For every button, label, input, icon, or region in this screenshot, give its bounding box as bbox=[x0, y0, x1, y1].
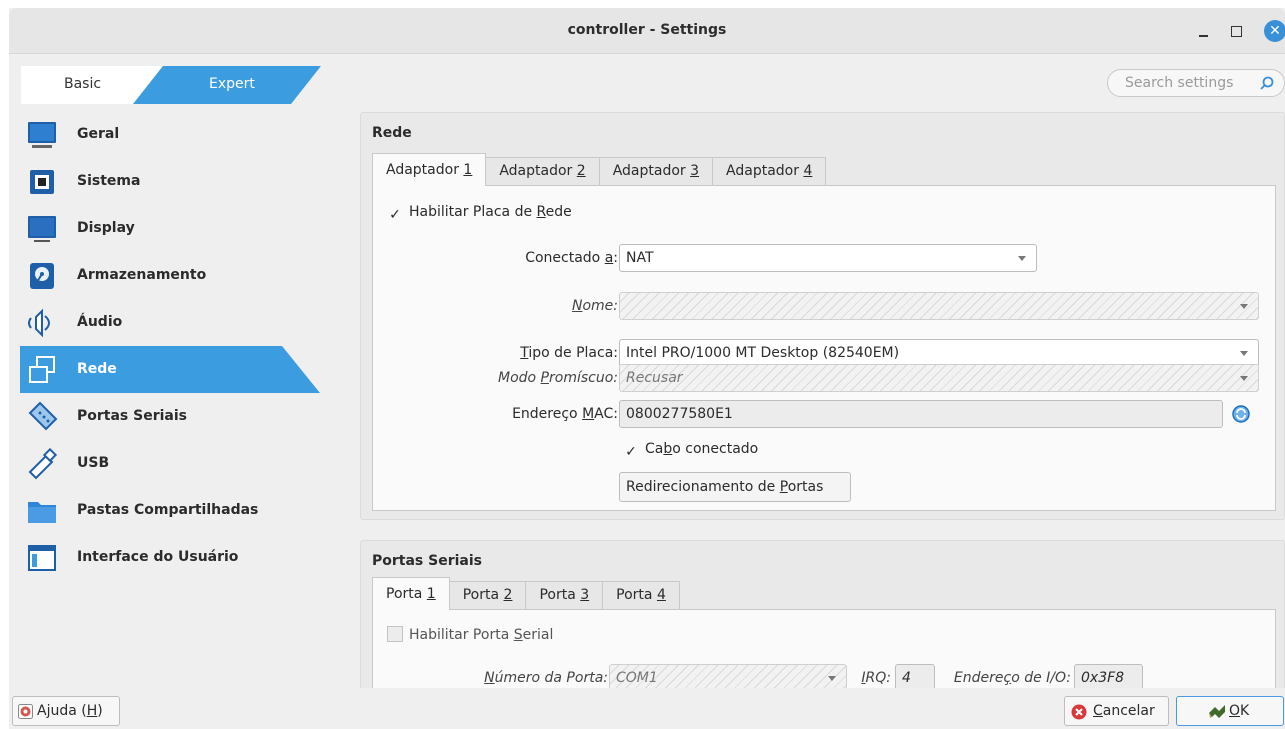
sidebar-item-label: Pastas Compartilhadas bbox=[77, 502, 259, 518]
sidebar-item-label: Áudio bbox=[77, 314, 123, 330]
chevron-down-icon bbox=[1240, 304, 1248, 309]
mode-switch: Basic Expert bbox=[21, 66, 321, 104]
chevron-down-icon bbox=[1240, 376, 1248, 381]
cable-connected-checkbox[interactable]: ✓ Cabo conectado bbox=[623, 441, 758, 460]
sidebar-item-label: Geral bbox=[77, 126, 120, 142]
storage-icon bbox=[30, 263, 54, 289]
monitor-icon bbox=[28, 122, 56, 148]
help-button[interactable]: Ajuda (H) bbox=[12, 696, 120, 726]
window-title: controller - Settings bbox=[567, 22, 727, 38]
mode-expert-button[interactable]: Expert bbox=[21, 66, 321, 104]
tab-porta-1[interactable]: Porta 1 bbox=[372, 577, 450, 610]
sidebar-item-sistema[interactable]: Sistema bbox=[20, 158, 320, 205]
checkmark-icon: ✓ bbox=[625, 444, 637, 460]
sidebar-item-display[interactable]: Display bbox=[20, 205, 320, 252]
port-number-label: Número da Porta: bbox=[484, 670, 608, 686]
ok-button[interactable]: OK bbox=[1176, 696, 1284, 726]
promiscuous-mode-select: Recusar bbox=[619, 364, 1259, 392]
chevron-down-icon bbox=[1018, 256, 1026, 261]
serial-title: Portas Seriais bbox=[372, 553, 482, 569]
ok-icon bbox=[1209, 705, 1225, 718]
chevron-down-icon bbox=[828, 676, 836, 681]
tab-porta-3[interactable]: Porta 3 bbox=[525, 581, 604, 609]
adapter-type-label: Tipo de Placa: bbox=[520, 345, 618, 361]
irq-label: IRQ: bbox=[861, 670, 891, 686]
cancel-icon bbox=[1071, 704, 1087, 720]
mode-expert-label: Expert bbox=[209, 76, 255, 92]
sidebar-item-rede[interactable]: Rede bbox=[20, 346, 320, 393]
serial-port-icon bbox=[28, 401, 58, 431]
sidebar-item-geral[interactable]: Geral bbox=[20, 111, 320, 158]
sidebar-item-interface[interactable]: Interface do Usuário bbox=[20, 534, 320, 581]
adapter-type-select[interactable]: Intel PRO/1000 MT Desktop (82540EM) bbox=[619, 339, 1259, 367]
sidebar-item-label: Interface do Usuário bbox=[77, 549, 239, 565]
sidebar-item-label: Rede bbox=[77, 361, 117, 377]
tab-adaptador-3[interactable]: Adaptador 3 bbox=[598, 157, 714, 185]
speaker-icon bbox=[28, 308, 50, 338]
folder-icon bbox=[28, 502, 56, 523]
checkbox-box bbox=[387, 626, 403, 642]
sidebar-item-audio[interactable]: Áudio bbox=[20, 299, 320, 346]
mac-address-label: Endereço MAC: bbox=[512, 406, 618, 422]
attached-to-label: Conectado a: bbox=[525, 250, 618, 266]
chip-icon bbox=[30, 170, 54, 194]
sidebar-item-label: Sistema bbox=[77, 173, 141, 189]
settings-window: controller - Settings ✕ Basic Expert Sea… bbox=[9, 8, 1285, 729]
sidebar-item-usb[interactable]: USB bbox=[20, 440, 320, 487]
enable-serial-checkbox[interactable]: Habilitar Porta Serial bbox=[387, 626, 553, 643]
attached-to-select[interactable]: NAT bbox=[619, 244, 1037, 272]
cancel-button[interactable]: Cancelar bbox=[1064, 696, 1169, 726]
chevron-down-icon bbox=[1240, 351, 1248, 356]
sidebar-item-armazenamento[interactable]: Armazenamento bbox=[20, 252, 320, 299]
mac-address-input[interactable]: 0800277580E1 bbox=[619, 400, 1223, 428]
checkmark-icon: ✓ bbox=[389, 207, 401, 223]
tab-adaptador-2[interactable]: Adaptador 2 bbox=[485, 157, 600, 185]
tab-adaptador-4[interactable]: Adaptador 4 bbox=[712, 157, 827, 185]
name-label: Nome: bbox=[571, 298, 618, 314]
sidebar: Geral Sistema Display Armazenamento Áudi… bbox=[20, 111, 320, 581]
io-address-label: Endereço de I/O: bbox=[953, 670, 1071, 686]
sidebar-item-label: Portas Seriais bbox=[77, 408, 187, 424]
minimize-button[interactable] bbox=[1193, 20, 1215, 42]
sidebar-selection-bg bbox=[20, 346, 320, 393]
promiscuous-mode-label: Modo Promíscuo: bbox=[498, 370, 618, 386]
network-tab-panel: ✓ Habilitar Placa de Rede Conectado a: NA… bbox=[372, 185, 1276, 511]
maximize-button[interactable] bbox=[1225, 20, 1247, 42]
network-icon bbox=[29, 356, 55, 383]
name-select bbox=[619, 292, 1259, 320]
search-icon bbox=[1260, 76, 1274, 90]
sidebar-item-label: USB bbox=[77, 455, 110, 471]
refresh-mac-icon[interactable] bbox=[1231, 404, 1251, 424]
port-forwarding-button[interactable]: Redirecionamento de Portas bbox=[619, 472, 851, 502]
network-tabs: Adaptador 1 Adaptador 2 Adaptador 3 Adap… bbox=[372, 153, 827, 186]
close-button[interactable]: ✕ bbox=[1264, 20, 1285, 42]
search-placeholder: Search settings bbox=[1125, 75, 1234, 91]
sidebar-item-label: Display bbox=[77, 220, 135, 236]
help-icon bbox=[18, 704, 33, 719]
window-icon bbox=[28, 545, 56, 571]
mode-expert-bg bbox=[133, 66, 321, 104]
network-group: Rede Adaptador 1 Adaptador 2 Adaptador 3… bbox=[360, 112, 1285, 520]
enable-adapter-checkbox[interactable]: ✓ Habilitar Placa de Rede bbox=[387, 204, 572, 223]
display-icon bbox=[28, 216, 56, 242]
title-bar: controller - Settings ✕ bbox=[9, 8, 1285, 54]
tab-porta-4[interactable]: Porta 4 bbox=[602, 581, 680, 609]
close-icon: ✕ bbox=[1269, 23, 1281, 39]
search-input[interactable]: Search settings bbox=[1107, 69, 1285, 97]
sidebar-item-pastas[interactable]: Pastas Compartilhadas bbox=[20, 487, 320, 534]
sidebar-item-label: Armazenamento bbox=[77, 267, 207, 283]
tab-adaptador-1[interactable]: Adaptador 1 bbox=[372, 153, 487, 186]
network-title: Rede bbox=[372, 125, 412, 141]
sidebar-item-portas-seriais[interactable]: Portas Seriais bbox=[20, 393, 320, 440]
usb-icon bbox=[28, 448, 58, 480]
tab-porta-2[interactable]: Porta 2 bbox=[448, 581, 527, 609]
serial-tabs: Porta 1 Porta 2 Porta 3 Porta 4 bbox=[372, 577, 680, 610]
